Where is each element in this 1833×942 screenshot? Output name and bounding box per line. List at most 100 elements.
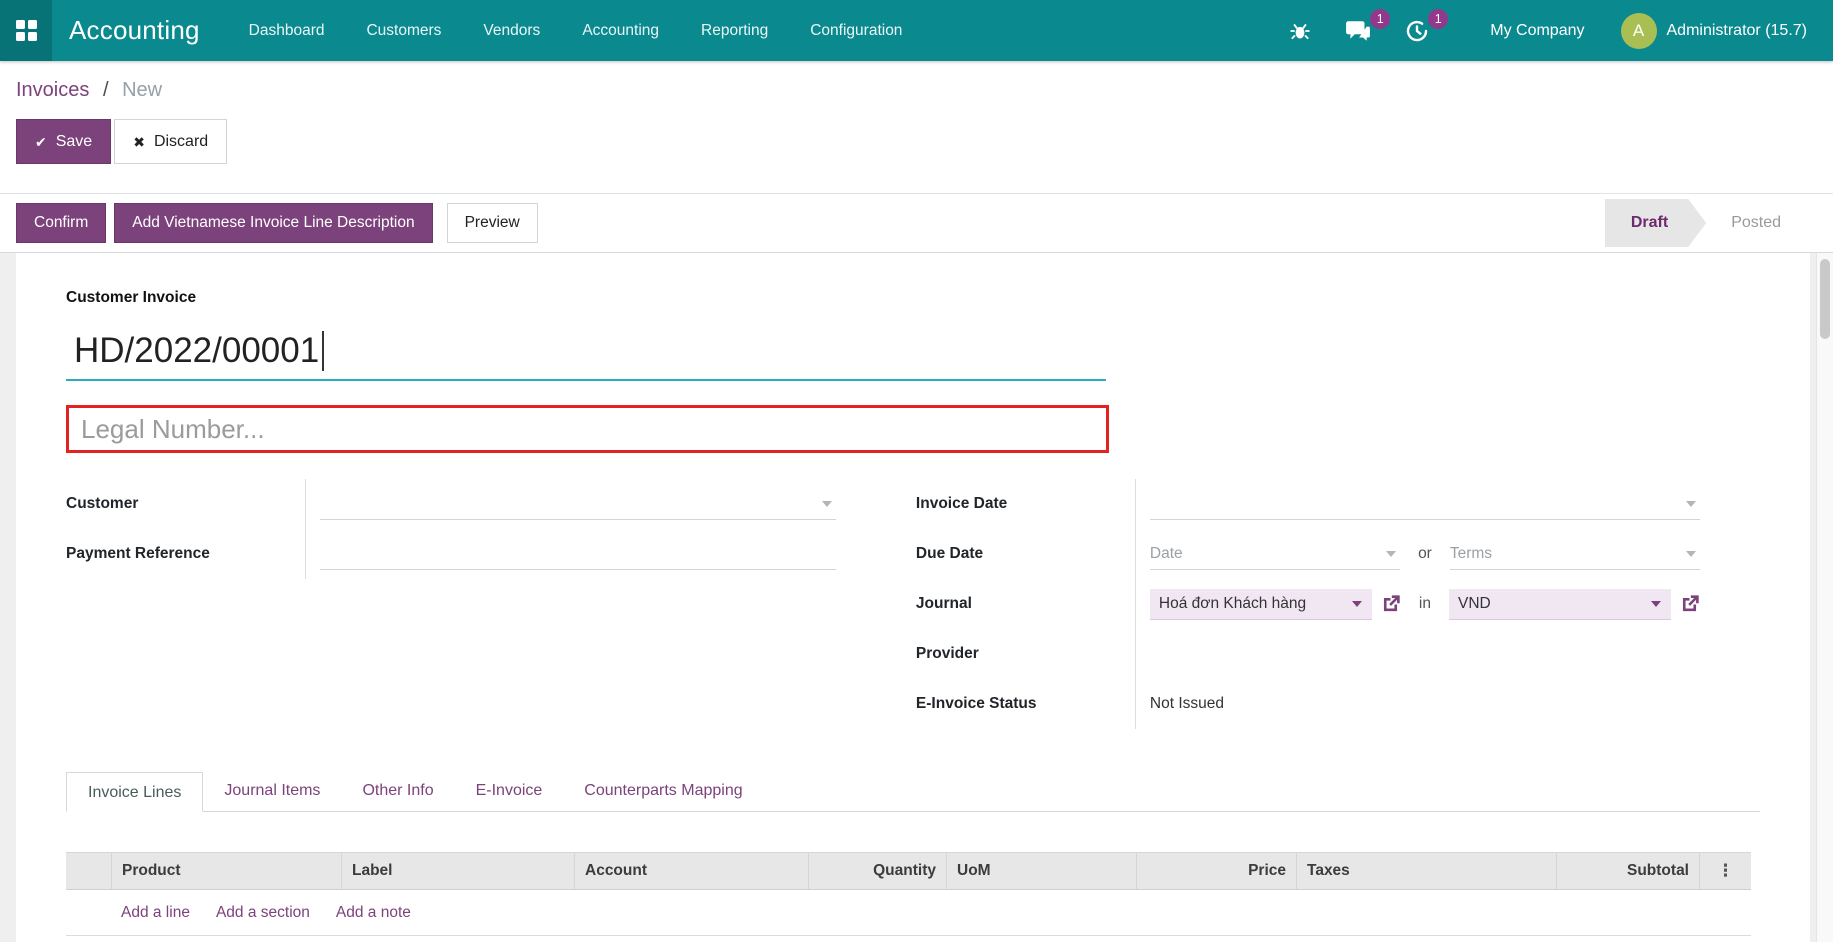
in-text: in xyxy=(1419,595,1431,613)
breadcrumb-current: New xyxy=(122,79,162,101)
menu-dashboard[interactable]: Dashboard xyxy=(228,0,346,61)
chat-icon xyxy=(1345,19,1371,43)
tab-journal-items[interactable]: Journal Items xyxy=(203,771,341,811)
menu-reporting[interactable]: Reporting xyxy=(680,0,789,61)
form-sheet: Customer Invoice HD/2022/00001 Customer xyxy=(16,253,1810,942)
apps-grid-icon xyxy=(16,20,37,41)
handle-column xyxy=(66,853,111,889)
journal-value: Hoá đơn Khách hàng xyxy=(1159,595,1306,613)
notebook-tabs: Invoice Lines Journal Items Other Info E… xyxy=(66,772,1760,812)
einvoice-status-value: Not Issued xyxy=(1150,695,1224,713)
chevron-down-icon xyxy=(1651,601,1661,607)
check-icon: ✔ xyxy=(35,135,47,149)
apps-menu-button[interactable] xyxy=(0,0,52,61)
chevron-down-icon xyxy=(1686,501,1696,507)
currency-external-link-icon[interactable] xyxy=(1679,594,1700,615)
column-price: Price xyxy=(1136,853,1296,889)
terms-placeholder: Terms xyxy=(1450,545,1492,563)
tab-e-invoice[interactable]: E-Invoice xyxy=(455,771,564,811)
app-name: Accounting xyxy=(69,15,200,46)
column-taxes: Taxes xyxy=(1296,853,1556,889)
provider-label: Provider xyxy=(916,629,1136,679)
payment-reference-label: Payment Reference xyxy=(66,529,306,579)
breadcrumb-separator: / xyxy=(103,79,109,101)
customer-select[interactable] xyxy=(320,488,836,520)
column-subtotal: Subtotal xyxy=(1556,853,1699,889)
activities-badge: 1 xyxy=(1428,9,1448,29)
menu-accounting[interactable]: Accounting xyxy=(561,0,680,61)
avatar: A xyxy=(1621,13,1657,49)
invoice-date-select[interactable] xyxy=(1150,488,1700,520)
invoice-date-label: Invoice Date xyxy=(916,479,1136,529)
user-name: Administrator (15.7) xyxy=(1667,22,1808,40)
activities-button[interactable]: 1 xyxy=(1388,0,1446,61)
menu-vendors[interactable]: Vendors xyxy=(462,0,561,61)
scrollbar-thumb[interactable] xyxy=(1820,259,1830,339)
customer-label: Customer xyxy=(66,479,306,529)
debug-bug-icon[interactable] xyxy=(1272,0,1328,61)
currency-value: VND xyxy=(1458,595,1491,613)
add-line-link[interactable]: Add a line xyxy=(121,904,190,922)
breadcrumb-invoices-link[interactable]: Invoices xyxy=(16,79,89,101)
breadcrumb: Invoices / New xyxy=(16,79,1817,102)
discard-button[interactable]: ✖ Discard xyxy=(114,119,227,164)
document-type-label: Customer Invoice xyxy=(66,289,1760,307)
invoice-number-input[interactable]: HD/2022/00001 xyxy=(66,329,1106,381)
vertical-scrollbar[interactable] xyxy=(1816,253,1833,942)
add-vietnamese-invoice-line-description-button[interactable]: Add Vietnamese Invoice Line Description xyxy=(114,203,432,243)
table-header: Product Label Account Quantity UoM Price… xyxy=(66,852,1751,890)
messages-button[interactable]: 1 xyxy=(1328,0,1388,61)
user-menu[interactable]: A Administrator (15.7) xyxy=(1611,0,1833,61)
systray: 1 1 My Company A Administrator (15.7) xyxy=(1272,0,1833,61)
form-statusbar: Confirm Add Vietnamese Invoice Line Desc… xyxy=(0,193,1833,253)
add-section-link[interactable]: Add a section xyxy=(216,904,310,922)
legal-number-input[interactable] xyxy=(66,405,1109,453)
state-draft[interactable]: Draft xyxy=(1605,199,1706,247)
due-date-label: Due Date xyxy=(916,529,1136,579)
invoice-number-value: HD/2022/00001 xyxy=(74,331,319,371)
or-text: or xyxy=(1418,545,1432,563)
save-button[interactable]: ✔ Save xyxy=(16,119,111,164)
journal-external-link-icon[interactable] xyxy=(1380,594,1401,615)
control-panel: Invoices / New ✔ Save ✖ Discard xyxy=(0,61,1833,193)
tab-other-info[interactable]: Other Info xyxy=(341,771,454,811)
chevron-down-icon xyxy=(1386,551,1396,557)
clock-icon xyxy=(1405,19,1429,43)
discard-label: Discard xyxy=(154,133,208,151)
column-label: Label xyxy=(341,853,574,889)
journal-label: Journal xyxy=(916,579,1136,629)
invoice-lines-table: Product Label Account Quantity UoM Price… xyxy=(66,852,1751,936)
form-view: Customer Invoice HD/2022/00001 Customer xyxy=(0,253,1833,942)
column-product: Product xyxy=(111,853,341,889)
chevron-down-icon xyxy=(1686,551,1696,557)
save-label: Save xyxy=(56,133,92,151)
column-uom: UoM xyxy=(946,853,1136,889)
tab-invoice-lines[interactable]: Invoice Lines xyxy=(66,772,203,812)
menu-configuration[interactable]: Configuration xyxy=(789,0,923,61)
preview-button[interactable]: Preview xyxy=(447,203,538,243)
add-note-link[interactable]: Add a note xyxy=(336,904,411,922)
due-date-select[interactable]: Date xyxy=(1150,538,1400,570)
tab-counterparts-mapping[interactable]: Counterparts Mapping xyxy=(563,771,763,811)
currency-select[interactable]: VND xyxy=(1449,589,1671,620)
table-add-row: Add a line Add a section Add a note xyxy=(66,890,1751,936)
confirm-button[interactable]: Confirm xyxy=(16,203,106,243)
chevron-down-icon xyxy=(1352,601,1362,607)
messages-badge: 1 xyxy=(1370,9,1390,29)
state-widget: Draft Posted xyxy=(1605,199,1806,247)
top-navbar: Accounting Dashboard Customers Vendors A… xyxy=(0,0,1833,61)
provider-field[interactable] xyxy=(1136,629,1760,679)
payment-terms-select[interactable]: Terms xyxy=(1450,538,1700,570)
state-posted[interactable]: Posted xyxy=(1706,199,1806,247)
close-icon: ✖ xyxy=(133,135,145,149)
payment-reference-input[interactable] xyxy=(320,538,836,570)
due-date-placeholder: Date xyxy=(1150,545,1183,563)
main-menu: Dashboard Customers Vendors Accounting R… xyxy=(228,0,924,61)
einvoice-status-label: E-Invoice Status xyxy=(916,679,1136,729)
journal-select[interactable]: Hoá đơn Khách hàng xyxy=(1150,589,1372,620)
menu-customers[interactable]: Customers xyxy=(345,0,462,61)
optional-columns-icon[interactable]: ⋮ xyxy=(1699,853,1751,889)
column-account: Account xyxy=(574,853,808,889)
text-cursor xyxy=(322,331,324,371)
company-switcher[interactable]: My Company xyxy=(1464,0,1610,61)
